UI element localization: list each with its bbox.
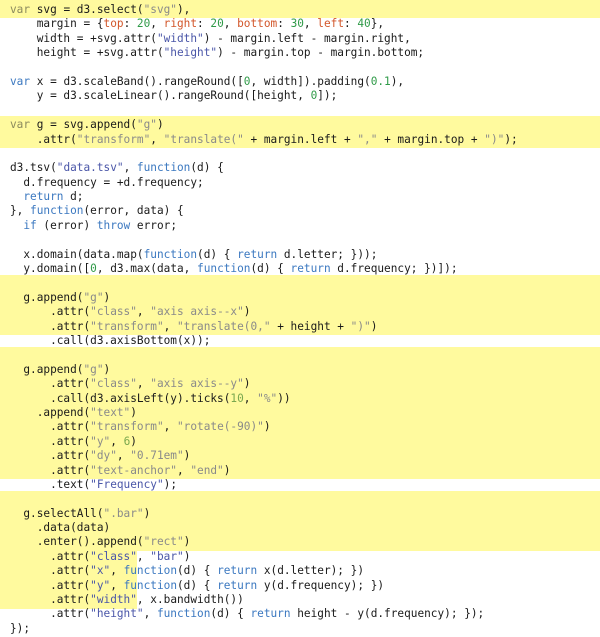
code-text[interactable]: var svg = d3.select("svg"), margin = {to… [10, 3, 518, 636]
code-line[interactable]: var x = d3.scaleBand().rangeRound([0, wi… [10, 75, 518, 89]
code-line[interactable]: .call(d3.axisLeft(y).ticks(10, "%")) [10, 392, 518, 406]
code-line[interactable]: .attr("width", x.bandwidth()) [10, 593, 518, 607]
code-line[interactable]: }, function(error, data) { [10, 204, 518, 218]
code-line[interactable]: .text("Frequency"); [10, 478, 518, 492]
code-line[interactable]: d3.tsv("data.tsv", function(d) { [10, 161, 518, 175]
code-line[interactable]: .attr("height", function(d) { return hei… [10, 607, 518, 621]
code-line[interactable]: .attr("y", 6) [10, 435, 518, 449]
code-editor[interactable]: var svg = d3.select("svg"), margin = {to… [0, 0, 600, 637]
code-line[interactable]: .attr("class", "axis axis--y") [10, 377, 518, 391]
code-line[interactable]: .attr("transform", "translate(" + margin… [10, 133, 518, 147]
code-line[interactable]: .data(data) [10, 521, 518, 535]
code-line[interactable] [10, 61, 518, 75]
code-line[interactable]: .attr("class", "axis axis--x") [10, 305, 518, 319]
code-line[interactable]: margin = {top: 20, right: 20, bottom: 30… [10, 17, 518, 31]
code-line[interactable]: .attr("class", "bar") [10, 550, 518, 564]
code-line[interactable]: g.append("g") [10, 363, 518, 377]
code-line[interactable] [10, 104, 518, 118]
code-line[interactable]: .attr("text-anchor", "end") [10, 464, 518, 478]
code-line[interactable] [10, 276, 518, 290]
code-line[interactable]: }); [10, 622, 518, 636]
code-line[interactable]: g.selectAll(".bar") [10, 507, 518, 521]
code-line[interactable]: .attr("dy", "0.71em") [10, 449, 518, 463]
code-line[interactable] [10, 348, 518, 362]
code-line[interactable]: width = +svg.attr("width") - margin.left… [10, 32, 518, 46]
code-line[interactable]: if (error) throw error; [10, 219, 518, 233]
code-line[interactable]: .enter().append("rect") [10, 535, 518, 549]
code-line[interactable]: .append("text") [10, 406, 518, 420]
code-line[interactable]: var g = svg.append("g") [10, 118, 518, 132]
code-line[interactable]: .attr("x", function(d) { return x(d.lett… [10, 564, 518, 578]
code-line[interactable]: .attr("transform", "translate(0," + heig… [10, 320, 518, 334]
code-line[interactable]: .attr("y", function(d) { return y(d.freq… [10, 579, 518, 593]
code-line[interactable]: .call(d3.axisBottom(x)); [10, 334, 518, 348]
code-line[interactable]: g.append("g") [10, 291, 518, 305]
code-line[interactable]: var svg = d3.select("svg"), [10, 3, 518, 17]
code-line[interactable] [10, 233, 518, 247]
code-line[interactable] [10, 492, 518, 506]
code-line[interactable]: x.domain(data.map(function(d) { return d… [10, 248, 518, 262]
code-line[interactable]: y.domain([0, d3.max(data, function(d) { … [10, 262, 518, 276]
code-line[interactable]: height = +svg.attr("height") - margin.to… [10, 46, 518, 60]
code-line[interactable]: y = d3.scaleLinear().rangeRound([height,… [10, 89, 518, 103]
code-line[interactable]: .attr("transform", "rotate(-90)") [10, 420, 518, 434]
code-line[interactable] [10, 147, 518, 161]
code-line[interactable]: return d; [10, 190, 518, 204]
code-line[interactable]: d.frequency = +d.frequency; [10, 176, 518, 190]
